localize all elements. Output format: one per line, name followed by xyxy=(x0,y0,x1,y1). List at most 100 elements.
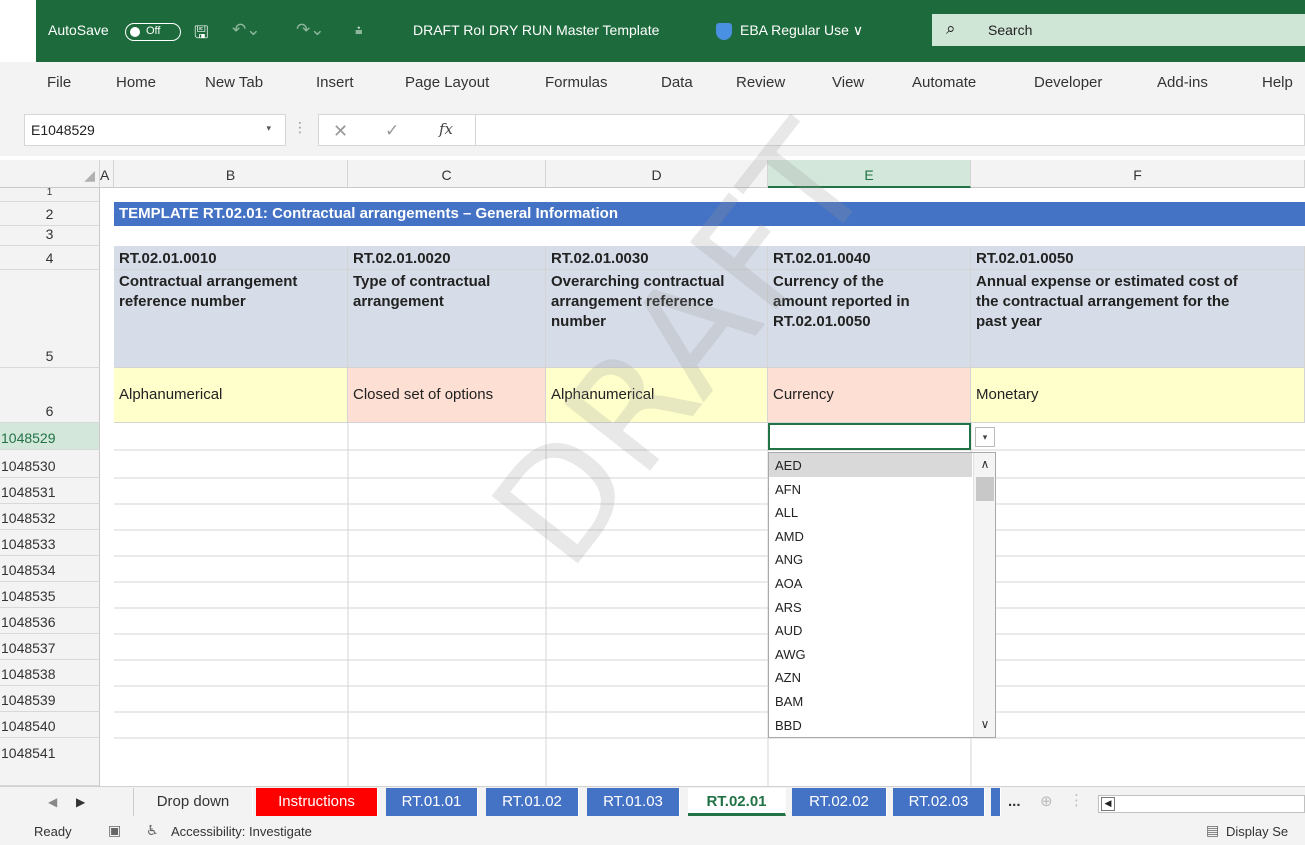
tab-formulas[interactable]: Formulas xyxy=(545,74,608,91)
cell-c6[interactable]: Closed set of options xyxy=(348,368,546,423)
sheet-tab-partial[interactable] xyxy=(991,788,1001,816)
formula-input[interactable] xyxy=(476,114,1305,146)
tab-file[interactable]: File xyxy=(47,74,71,91)
dropdown-option[interactable]: AZN xyxy=(769,665,972,689)
tab-home[interactable]: Home xyxy=(116,74,156,91)
cell-c4[interactable]: RT.02.01.0020 xyxy=(348,246,546,270)
sheet-tab-rt-01-01[interactable]: RT.01.01 xyxy=(386,788,478,816)
sheet-tab-rt-01-03[interactable]: RT.01.03 xyxy=(587,788,680,816)
cell-d5[interactable]: Overarching contractual arrangement refe… xyxy=(546,270,768,368)
add-sheet-icon[interactable]: ⊕ xyxy=(1040,792,1053,810)
row-header-2[interactable]: 2 xyxy=(0,202,100,226)
row-header-1048536[interactable]: 1048536 xyxy=(0,608,100,634)
search-box[interactable]: ⌕ Search xyxy=(932,14,1305,46)
column-header-a[interactable]: A xyxy=(100,160,114,188)
tab-automate[interactable]: Automate xyxy=(912,74,976,91)
enter-icon[interactable]: ✓ xyxy=(385,121,399,141)
chevron-up-icon[interactable]: ∧ xyxy=(974,457,996,471)
dropdown-option[interactable]: BAM xyxy=(769,689,972,713)
select-all-corner[interactable]: ◢ xyxy=(0,160,100,188)
cell-f6[interactable]: Monetary xyxy=(971,368,1305,423)
row-header-4[interactable]: 4 xyxy=(0,246,100,270)
dropdown-option[interactable]: AUD xyxy=(769,618,972,642)
dropdown-option[interactable]: ALL xyxy=(769,500,972,524)
chevron-down-icon[interactable]: ▾ xyxy=(975,427,995,447)
dropdown-option[interactable]: AFN xyxy=(769,477,972,501)
cell-d6[interactable]: Alphanumerical xyxy=(546,368,768,423)
cell-e6[interactable]: Currency xyxy=(768,368,971,423)
column-header-c[interactable]: C xyxy=(348,160,546,188)
row-header-1048540[interactable]: 1048540 xyxy=(0,712,100,738)
display-settings-button[interactable]: Display Se xyxy=(1226,824,1288,839)
cell-f4[interactable]: RT.02.01.0050 xyxy=(971,246,1305,270)
row-header-1048529[interactable]: 1048529 xyxy=(0,423,100,450)
accessibility-icon[interactable]: ♿ xyxy=(146,822,159,839)
accessibility-status[interactable]: Accessibility: Investigate xyxy=(171,824,312,839)
row-header-1048530[interactable]: 1048530 xyxy=(0,450,100,478)
tab-new-tab[interactable]: New Tab xyxy=(205,74,263,91)
cancel-icon[interactable]: ✕ xyxy=(333,121,348,142)
column-header-d[interactable]: D xyxy=(546,160,768,188)
column-header-b[interactable]: B xyxy=(114,160,348,188)
dropdown-option[interactable]: ARS xyxy=(769,595,972,619)
cell-e5[interactable]: Currency of the amount reported in RT.02… xyxy=(768,270,971,368)
sheet-tab-instructions[interactable]: Instructions xyxy=(256,788,378,816)
redo-icon[interactable]: ↷⌄ xyxy=(296,20,325,40)
row-header-1048541[interactable]: 1048541 xyxy=(0,738,100,786)
row-header-1048533[interactable]: 1048533 xyxy=(0,530,100,556)
insert-function-icon[interactable]: fx xyxy=(439,120,453,138)
more-sheets-button[interactable]: ... xyxy=(1008,793,1021,810)
scroll-left-icon[interactable]: ◀ xyxy=(1101,797,1115,811)
sheet-tab-rt-01-02[interactable]: RT.01.02 xyxy=(486,788,579,816)
tab-developer[interactable]: Developer xyxy=(1034,74,1102,91)
row-header-5[interactable]: 5 xyxy=(0,270,100,368)
sheet-tab-drop-down[interactable]: Drop down xyxy=(133,788,253,816)
cell-f5[interactable]: Annual expense or estimated cost of the … xyxy=(971,270,1305,368)
active-cell-e1048529[interactable] xyxy=(768,423,971,450)
autosave-toggle[interactable]: Off xyxy=(125,23,181,41)
column-header-e[interactable]: E xyxy=(768,160,971,188)
dropdown-option[interactable]: ANG xyxy=(769,547,972,571)
row-header-1048539[interactable]: 1048539 xyxy=(0,686,100,712)
tab-data[interactable]: Data xyxy=(661,74,693,91)
name-box[interactable]: E1048529 ▾ xyxy=(24,114,286,146)
cell-e4[interactable]: RT.02.01.0040 xyxy=(768,246,971,270)
horizontal-scrollbar[interactable]: ◀ xyxy=(1098,795,1305,813)
cell-c5[interactable]: Type of contractual arrangement xyxy=(348,270,546,368)
macro-record-icon[interactable]: ▣ xyxy=(108,822,121,839)
cell-b4[interactable]: RT.02.01.0010 xyxy=(114,246,348,270)
sheet-tab-rt-02-03[interactable]: RT.02.03 xyxy=(893,788,985,816)
row-header-1048531[interactable]: 1048531 xyxy=(0,478,100,504)
dropdown-option[interactable]: AOA xyxy=(769,571,972,595)
chevron-down-icon[interactable]: ∨ xyxy=(974,717,996,731)
tab-view[interactable]: View xyxy=(832,74,864,91)
row-header-1048534[interactable]: 1048534 xyxy=(0,556,100,582)
dropdown-option[interactable]: BBD xyxy=(769,713,972,737)
customize-toolbar-icon[interactable]: ⩮ xyxy=(355,23,363,39)
save-icon[interactable]: 🖫 xyxy=(194,20,208,49)
row-header-3[interactable]: 3 xyxy=(0,226,100,246)
row-header-6[interactable]: 6 xyxy=(0,368,100,423)
tab-help[interactable]: Help xyxy=(1262,74,1293,91)
dropdown-scrollbar[interactable]: ∧ ∨ xyxy=(973,453,995,737)
cell-b6[interactable]: Alphanumerical xyxy=(114,368,348,423)
tab-insert[interactable]: Insert xyxy=(316,74,354,91)
dropdown-option[interactable]: AED xyxy=(769,453,972,477)
row-header-1048537[interactable]: 1048537 xyxy=(0,634,100,660)
dropdown-option[interactable]: AMD xyxy=(769,524,972,548)
display-settings-icon[interactable]: ▤ xyxy=(1206,822,1219,839)
tab-page-layout[interactable]: Page Layout xyxy=(405,74,489,91)
prev-sheet-icon[interactable]: ◀ xyxy=(48,795,57,809)
column-header-f[interactable]: F xyxy=(971,160,1305,188)
cell-b5[interactable]: Contractual arrangement reference number xyxy=(114,270,348,368)
sheet-tab-rt-02-01[interactable]: RT.02.01 xyxy=(688,788,786,816)
sheet-tab-rt-02-02[interactable]: RT.02.02 xyxy=(792,788,887,816)
row-header-1048535[interactable]: 1048535 xyxy=(0,582,100,608)
dropdown-option[interactable]: AWG xyxy=(769,642,972,666)
sensitivity-label-button[interactable]: EBA Regular Use ∨ xyxy=(740,22,863,39)
cell-d4[interactable]: RT.02.01.0030 xyxy=(546,246,768,270)
undo-icon[interactable]: ↶⌄ xyxy=(232,20,261,40)
row-header-1048532[interactable]: 1048532 xyxy=(0,504,100,530)
chevron-down-icon[interactable]: ▾ xyxy=(266,123,271,134)
template-banner[interactable]: TEMPLATE RT.02.01: Contractual arrangeme… xyxy=(114,202,1305,226)
